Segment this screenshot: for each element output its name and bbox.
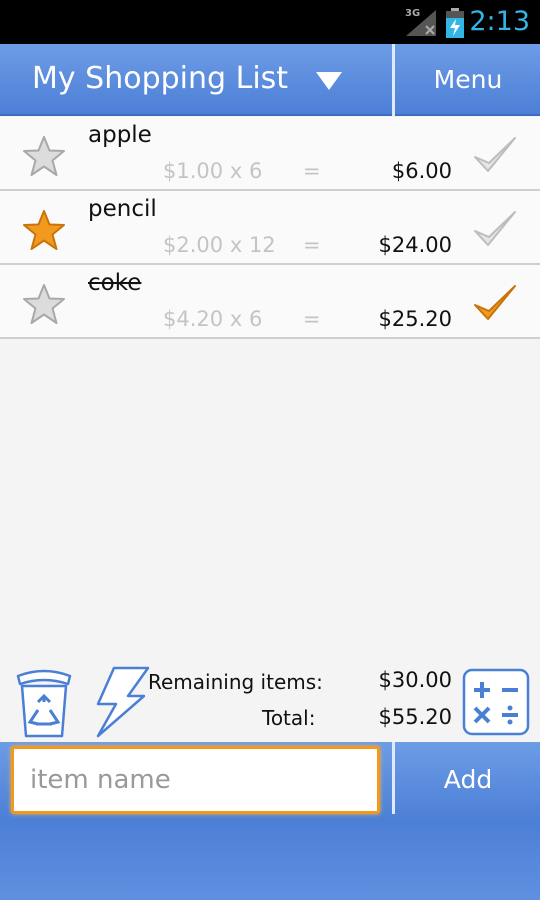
item-name: pencil <box>88 196 157 222</box>
add-button[interactable]: Add <box>396 742 540 814</box>
equals-sign: = <box>303 307 321 331</box>
total-value: $55.20 <box>378 705 452 729</box>
item-price: $4.20 x 6 <box>163 307 263 331</box>
clock: 2:13 <box>469 6 530 37</box>
item-price: $1.00 x 6 <box>163 159 263 183</box>
battery-icon <box>446 8 464 38</box>
equals-sign: = <box>303 159 321 183</box>
list-item[interactable]: coke $4.20 x 6 = $25.20 <box>0 265 540 339</box>
app-header: My Shopping List Menu <box>0 44 540 116</box>
item-amount: $25.20 <box>378 307 452 331</box>
input-divider <box>392 742 395 814</box>
item-name-input[interactable] <box>11 746 380 814</box>
equals-sign: = <box>303 233 321 257</box>
list-title[interactable]: My Shopping List <box>32 61 288 96</box>
item-amount: $24.00 <box>378 233 452 257</box>
lightning-icon[interactable] <box>88 666 154 738</box>
star-icon[interactable] <box>22 209 66 251</box>
calculator-icon[interactable] <box>462 668 530 736</box>
item-amount: $6.00 <box>391 159 452 183</box>
remaining-value: $30.00 <box>378 668 452 692</box>
check-icon[interactable] <box>472 209 518 249</box>
item-price: $2.00 x 12 <box>163 233 276 257</box>
check-icon[interactable] <box>472 135 518 175</box>
check-icon[interactable] <box>472 283 518 323</box>
header-divider <box>392 44 395 116</box>
menu-button[interactable]: Menu <box>396 44 540 116</box>
signal-icon <box>406 10 436 36</box>
dropdown-arrow-icon[interactable] <box>314 70 344 92</box>
item-name: apple <box>88 122 152 148</box>
star-icon[interactable] <box>22 135 66 177</box>
remaining-label: Remaining items: <box>148 670 323 694</box>
list-item[interactable]: pencil $2.00 x 12 = $24.00 <box>0 191 540 265</box>
shopping-list: apple $1.00 x 6 = $6.00 pencil $2.00 x 1… <box>0 117 540 339</box>
status-bar: 3G 2:13 <box>0 0 540 44</box>
recycle-bin-icon[interactable] <box>14 666 74 738</box>
list-item[interactable]: apple $1.00 x 6 = $6.00 <box>0 117 540 191</box>
item-name: coke <box>88 270 142 296</box>
star-icon[interactable] <box>22 283 66 325</box>
total-label: Total: <box>262 706 316 730</box>
add-item-bar: Add <box>0 742 540 900</box>
summary-bar: Remaining items: $30.00 Total: $55.20 <box>0 660 540 742</box>
